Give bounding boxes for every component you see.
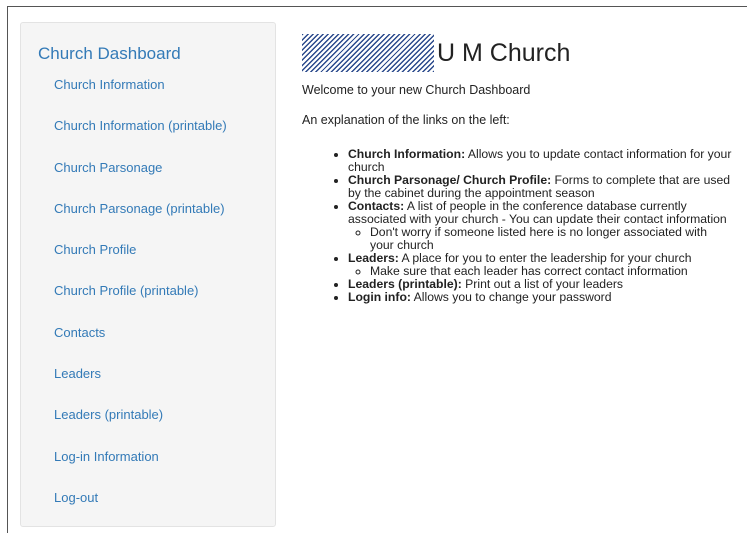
sidebar-link-login-information[interactable]: Log-in Information [54,449,159,464]
sidebar-link-church-parsonage[interactable]: Church Parsonage [54,160,162,175]
sidebar-item-leaders: Leaders [54,364,227,405]
list-item-text: Allows you to change your password [410,290,612,304]
sidebar-item-church-parsonage-printable: Church Parsonage (printable) [54,199,227,240]
sidebar-item-login-information: Log-in Information [54,447,227,488]
list-item-text: A place for you to enter the leadership … [398,251,692,265]
list-item: Login info: Allows you to change your pa… [348,291,732,304]
sidebar-link-church-information[interactable]: Church Information [54,77,165,92]
sidebar-item-leaders-printable: Leaders (printable) [54,405,227,446]
sidebar-link-church-profile-printable[interactable]: Church Profile (printable) [54,283,199,298]
sidebar-item-contacts: Contacts [54,323,227,364]
page-header: U M Church [302,33,732,73]
sidebar-link-leaders-printable[interactable]: Leaders (printable) [54,407,163,422]
sidebar-link-leaders[interactable]: Leaders [54,366,101,381]
sidebar-item-logout: Log-out [54,488,227,529]
sidebar: Church Dashboard Church Information Chur… [20,22,276,527]
list-item: Contacts: A list of people in the confer… [348,200,732,252]
sidebar-nav: Church Information Church Information (p… [54,75,227,529]
main-content: U M Church Welcome to your new Church Da… [302,33,732,304]
sidebar-title: Church Dashboard [38,44,181,63]
sidebar-link-church-profile[interactable]: Church Profile [54,242,136,257]
sidebar-link-logout[interactable]: Log-out [54,490,98,505]
welcome-text: Welcome to your new Church Dashboard [302,83,531,97]
church-logo-image [302,34,434,72]
sidebar-link-church-parsonage-printable[interactable]: Church Parsonage (printable) [54,201,225,216]
list-item-text: A list of people in the conference datab… [348,199,727,226]
explanation-text: An explanation of the links on the left: [302,113,510,127]
sidebar-item-church-profile: Church Profile [54,240,227,281]
list-item-text: Print out a list of your leaders [461,277,624,291]
sidebar-item-church-information: Church Information [54,75,227,116]
list-item: Leaders: A place for you to enter the le… [348,252,732,278]
sub-list-item: Don't worry if someone listed here is no… [370,226,732,252]
list-item-term: Contacts: [348,199,405,213]
sidebar-link-contacts[interactable]: Contacts [54,325,105,340]
list-item-term: Church Information: [348,147,466,161]
list-item: Church Parsonage/ Church Profile: Forms … [348,174,732,200]
list-item-term: Leaders (printable): [348,277,462,291]
window-frame-left [7,6,8,533]
sub-list: Don't worry if someone listed here is no… [348,226,732,252]
list-item: Church Information: Allows you to update… [348,148,732,174]
link-explanations-list: Church Information: Allows you to update… [302,148,732,304]
sidebar-link-church-information-printable[interactable]: Church Information (printable) [54,118,227,133]
sidebar-item-church-parsonage: Church Parsonage [54,158,227,199]
list-item-term: Login info: [348,290,411,304]
window-frame-top [7,6,747,7]
page-title: U M Church [437,38,571,67]
sidebar-item-church-profile-printable: Church Profile (printable) [54,281,227,322]
list-item-term: Leaders: [348,251,399,265]
sidebar-item-church-information-printable: Church Information (printable) [54,116,227,157]
list-item-term: Church Parsonage/ Church Profile: [348,173,552,187]
